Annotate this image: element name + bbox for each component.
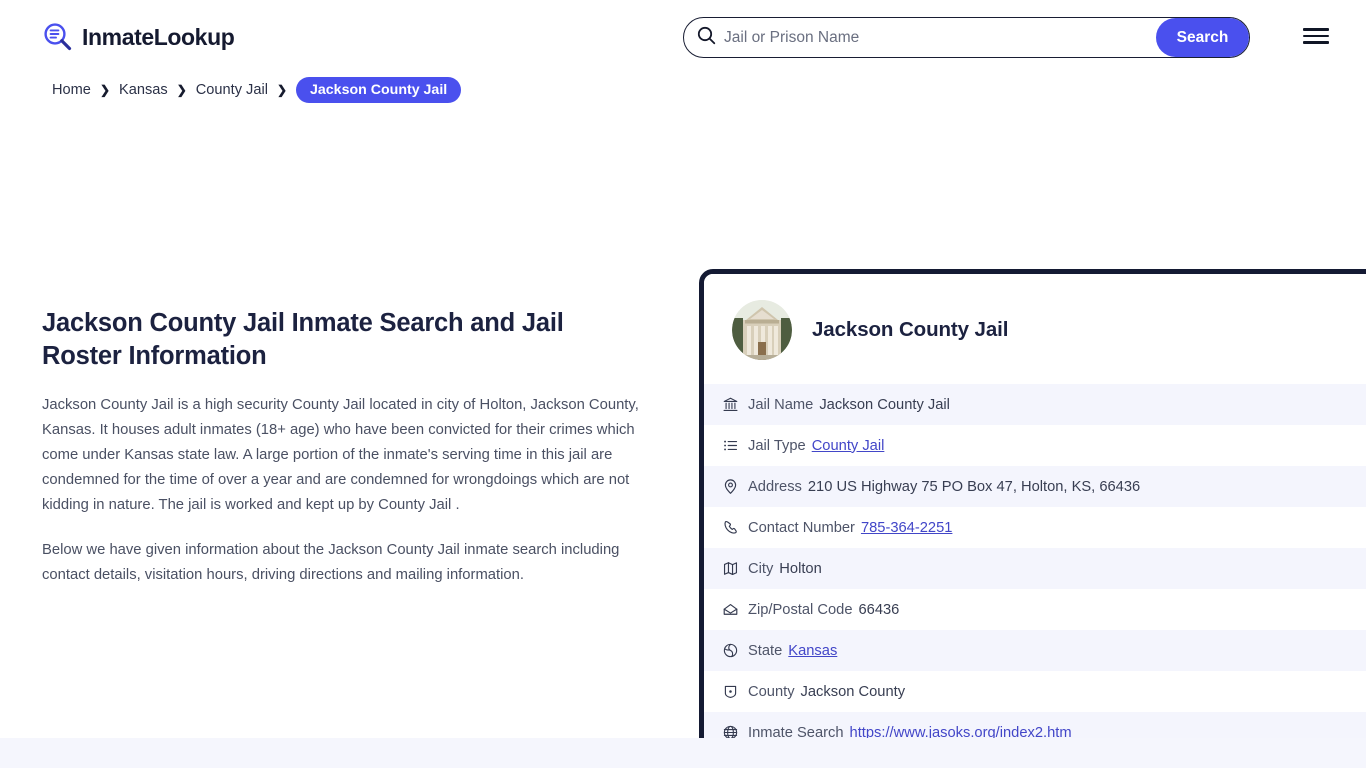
envelope-icon [722,601,748,618]
row-label: County [748,683,795,700]
hamburger-line [1303,34,1329,38]
courthouse-photo [732,300,792,360]
table-row: State Kansas [704,630,1366,671]
table-row: Jail Name Jackson County Jail [704,384,1366,425]
info-card-header: Jackson County Jail [704,274,1366,384]
phone-icon [722,519,748,536]
map-pin-icon [722,478,748,495]
search-bar[interactable]: Search [683,17,1250,58]
search-button[interactable]: Search [1156,18,1249,57]
globe-icon [722,642,748,659]
list-icon [722,437,748,454]
hamburger-line [1303,28,1329,31]
brand-name: InmateLookup [82,23,235,50]
row-label: Zip/Postal Code [748,601,853,618]
row-value: 66436 [858,601,900,618]
page-title: Jackson County Jail Inmate Search and Ja… [42,309,564,370]
breadcrumb-item-home[interactable]: Home [52,82,91,98]
row-label: Jail Name [748,396,814,413]
map-icon [722,560,748,577]
table-row: City Holton [704,548,1366,589]
breadcrumb: Home ❯ Kansas ❯ County Jail ❯ Jackson Co… [52,76,1366,104]
row-label: State [748,642,783,659]
hamburger-line [1303,41,1329,44]
site-header: InmateLookup Search [0,0,1366,74]
search-icon [697,26,716,50]
bank-icon [722,396,748,413]
jail-detail-rows: Jail Name Jackson County Jail Jail Type [704,384,1366,753]
chevron-right-icon: ❯ [99,83,110,97]
table-row: Zip/Postal Code 66436 [704,589,1366,630]
row-label: Contact Number [748,519,855,536]
row-label: Jail Type [748,437,806,454]
breadcrumb-item-county-jail[interactable]: County Jail [196,82,268,98]
row-value: Jackson County Jail [819,396,950,413]
table-row: Contact Number 785-364-2251 [704,507,1366,548]
jail-info-card: Jackson County Jail Jail Name Jackson Co [699,269,1366,758]
row-label: City [748,560,774,577]
row-value: Holton [779,560,822,577]
info-card-title: Jackson County Jail [812,318,1009,341]
breadcrumb-item-current: Jackson County Jail [296,77,462,103]
footer-strip [0,738,1366,768]
article-paragraph-1: Jackson County Jail is a high security C… [42,397,639,513]
article-paragraph-2: Below we have given information about th… [42,542,620,584]
row-value-link[interactable]: County Jail [812,438,885,454]
row-value: Jackson County [800,683,906,700]
row-value-link[interactable]: Kansas [788,643,837,659]
chevron-right-icon: ❯ [176,83,187,97]
hamburger-menu-icon[interactable] [1303,25,1329,47]
row-label: Address [748,478,802,495]
brand-logo[interactable]: InmateLookup [42,21,235,53]
table-row: Jail Type County Jail [704,425,1366,466]
article-column: Jackson County Jail Inmate Search and Ja… [42,307,642,609]
row-value-link[interactable]: 785-364-2251 [861,520,952,536]
magnifier-list-icon [42,21,74,53]
table-row: Address 210 US Highway 75 PO Box 47, Hol… [704,466,1366,507]
row-value: 210 US Highway 75 PO Box 47, Holton, KS,… [807,478,1141,495]
breadcrumb-item-kansas[interactable]: Kansas [119,82,168,98]
badge-icon [722,683,748,700]
table-row: County Jackson County [704,671,1366,712]
search-input[interactable] [724,18,1156,57]
chevron-right-icon: ❯ [276,83,288,97]
